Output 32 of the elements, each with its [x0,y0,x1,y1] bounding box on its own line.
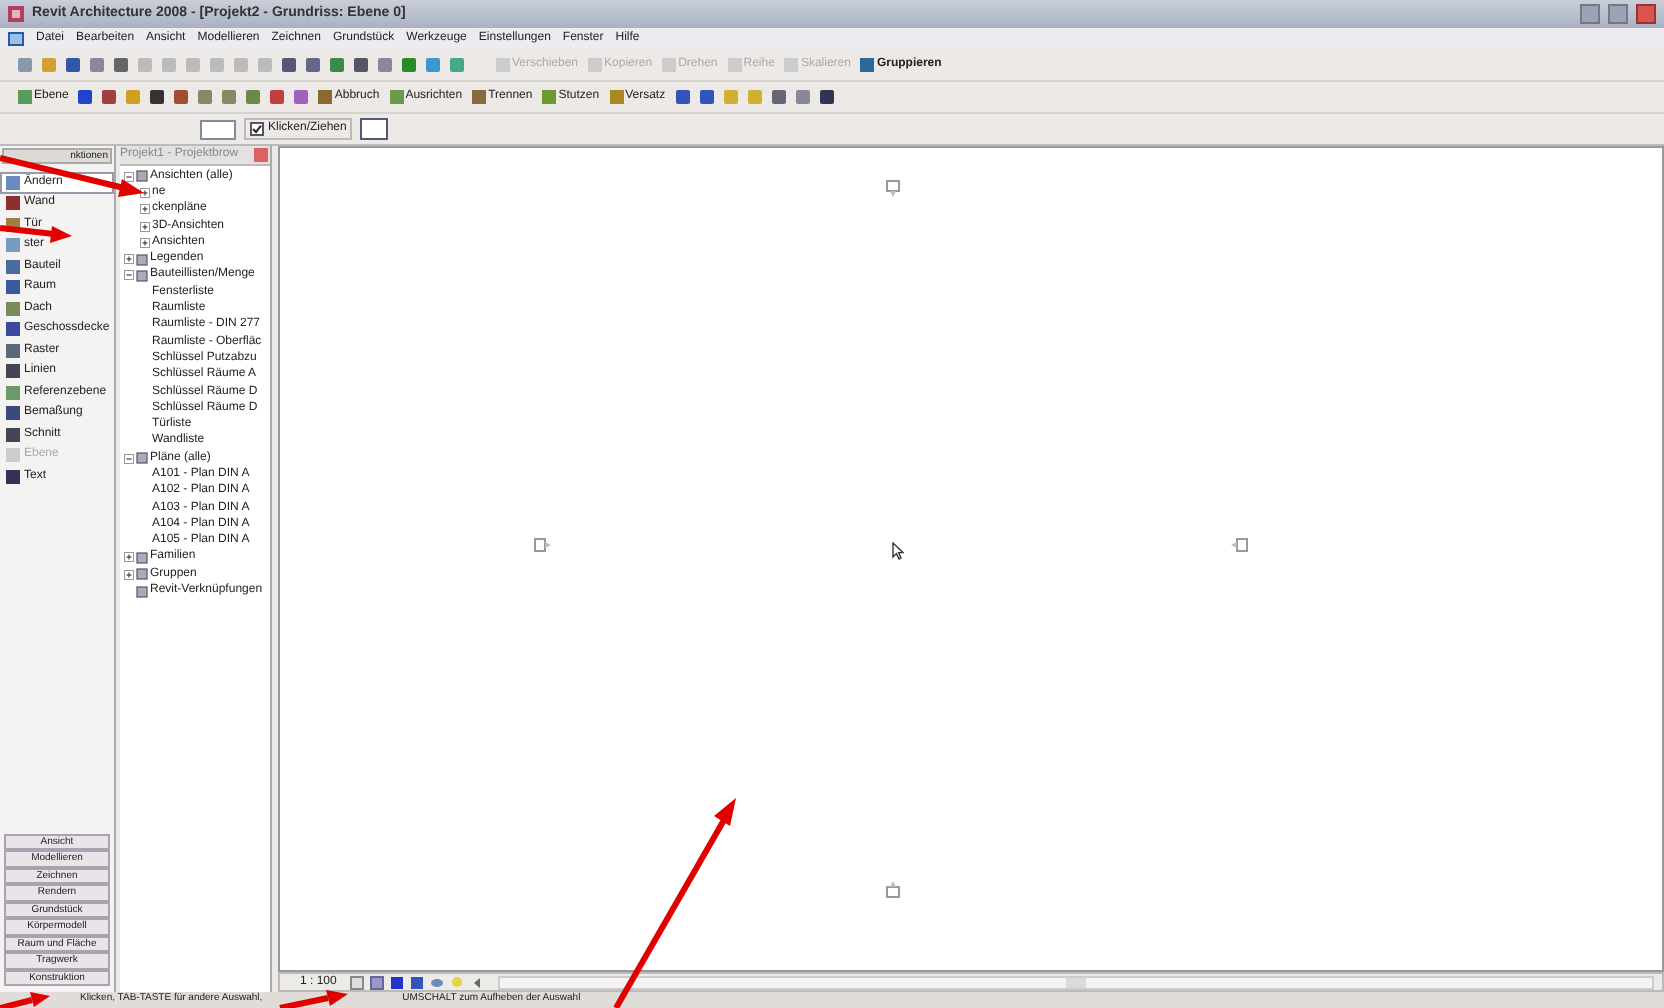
app-icon [8,6,24,22]
arrow-left-icon[interactable] [470,975,484,989]
close-button[interactable] [1636,4,1656,24]
expand-icon[interactable] [140,221,150,232]
elevation-marker-icon [1230,538,1248,552]
scroll-thumb[interactable] [1066,977,1086,987]
dropdown-field[interactable] [200,119,236,139]
annotation-arrow [0,992,50,1008]
expand-icon[interactable] [124,552,134,563]
minimize-button[interactable] [1580,4,1600,24]
annotation-arrow [0,155,144,197]
horizontal-scrollbar[interactable] [498,975,1654,989]
folder-icon [136,170,148,183]
expand-icon[interactable] [140,237,150,248]
document-icon [8,32,24,46]
collapse-icon[interactable] [124,453,134,464]
expand-icon[interactable] [124,569,134,580]
maximize-button[interactable] [1608,4,1628,24]
expand-icon[interactable] [140,187,150,198]
annotation-arrow [0,225,72,243]
properties-button[interactable] [360,118,389,140]
collapse-icon[interactable] [124,270,134,281]
elevation-marker-icon [534,538,552,552]
elevation-marker-icon [886,180,900,198]
expand-icon[interactable] [124,254,134,265]
annotation-arrow [279,990,348,1008]
elevation-marker-icon [886,880,900,898]
cursor-icon [892,542,904,560]
folder-icon [136,452,148,465]
checkbox[interactable] [250,122,264,136]
expand-icon[interactable] [140,204,150,215]
collapse-icon[interactable] [124,171,134,182]
